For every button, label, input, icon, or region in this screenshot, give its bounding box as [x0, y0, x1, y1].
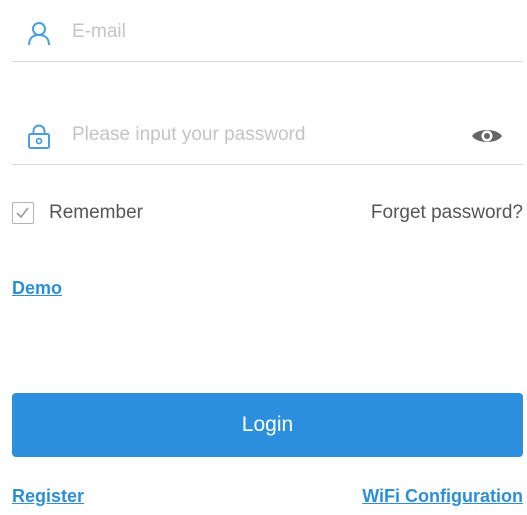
email-field-row [12, 12, 523, 62]
check-icon [16, 207, 29, 219]
login-screen: Remember Forget password? Demo Login Reg… [0, 0, 527, 515]
forget-password-link[interactable]: Forget password? [371, 202, 523, 224]
lock-icon [28, 124, 50, 149]
remember-checkbox-row[interactable]: Remember [12, 198, 143, 228]
email-input[interactable] [72, 14, 472, 50]
password-field-row [12, 115, 523, 165]
demo-link[interactable]: Demo [12, 278, 62, 299]
login-button[interactable]: Login [12, 393, 523, 457]
user-icon [28, 22, 50, 46]
wifi-configuration-link[interactable]: WiFi Configuration [362, 486, 523, 507]
register-link[interactable]: Register [12, 486, 84, 507]
remember-checkbox[interactable] [12, 202, 34, 224]
remember-label: Remember [49, 202, 143, 223]
password-input[interactable] [72, 117, 472, 153]
eye-icon[interactable] [471, 123, 503, 149]
